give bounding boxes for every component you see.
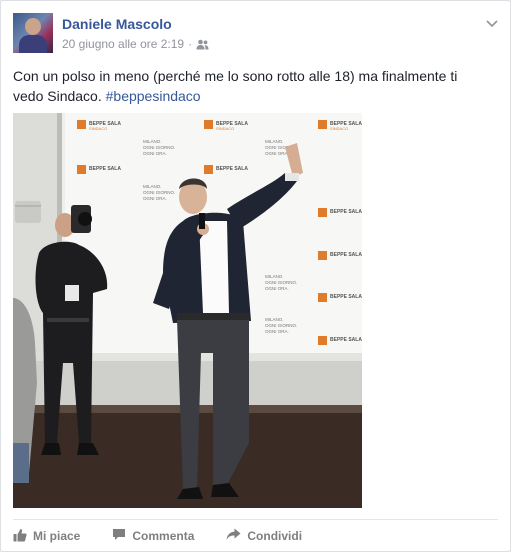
comment-button[interactable]: Commenta [112, 528, 194, 544]
post-meta: 20 giugno alle ore 2:19 · [62, 37, 209, 51]
thumbs-up-icon [13, 528, 33, 545]
backdrop-slogan: OGNI GIORNO. [265, 323, 297, 328]
share-button[interactable]: Condividi [226, 528, 302, 544]
backdrop-slogan: OGNI GIORNO. [143, 145, 175, 150]
share-label: Condividi [247, 529, 303, 543]
backdrop-brand: BEPPE SALA [216, 166, 248, 172]
backdrop-brand: BEPPE SALA [89, 166, 121, 172]
comment-label: Commenta [132, 529, 195, 543]
backdrop-slogan: MILANO. [143, 139, 162, 144]
backdrop-slogan: OGNI ORA. [265, 151, 289, 156]
post-photo[interactable]: BEPPE SALA BEPPE SALA BEPPE SALA BEPPE S… [13, 113, 362, 508]
share-arrow-icon [226, 528, 247, 544]
comment-icon [112, 528, 132, 544]
avatar-head [25, 18, 41, 35]
backdrop-brand: BEPPE SALA [330, 252, 362, 258]
backdrop-slogan: OGNI ORA. [265, 329, 289, 334]
post-timestamp[interactable]: 20 giugno alle ore 2:19 [62, 37, 184, 51]
post-actions: Mi piace Commenta Condividi [13, 524, 334, 548]
chevron-down-icon[interactable] [486, 15, 498, 33]
author-name[interactable]: Daniele Mascolo [62, 16, 172, 32]
backdrop-slogan: OGNI ORA. [143, 151, 167, 156]
backdrop-brand-sub: SINDACO [330, 126, 348, 131]
avatar-body [19, 35, 47, 53]
like-button[interactable]: Mi piace [13, 528, 80, 545]
like-label: Mi piace [33, 529, 81, 543]
backdrop-brand: BEPPE SALA [330, 337, 362, 343]
post-text-main: Con un polso in meno (perché me lo sono … [13, 68, 458, 104]
post-card: Daniele Mascolo 20 giugno alle ore 2:19 … [0, 0, 511, 552]
backdrop-slogan: OGNI ORA. [143, 196, 167, 201]
backdrop-slogan: OGNI GIORNO. [265, 280, 297, 285]
backdrop-slogan: MILANO. [265, 139, 284, 144]
backdrop-slogan: MILANO. [265, 274, 284, 279]
post-text: Con un polso in meno (perché me lo sono … [13, 66, 483, 106]
backdrop-slogan: MILANO. [143, 184, 162, 189]
hashtag-link[interactable]: #beppesindaco [106, 88, 201, 104]
author-avatar[interactable] [13, 13, 53, 53]
backdrop-brand-sub: SINDACO [216, 126, 234, 131]
meta-separator: · [188, 37, 193, 51]
backdrop-brand: BEPPE SALA [330, 209, 362, 215]
backdrop-slogan: OGNI GIORNO. [143, 190, 175, 195]
backdrop-brand: BEPPE SALA [330, 294, 362, 300]
backdrop-slogan: OGNI ORA. [265, 286, 289, 291]
friends-icon[interactable] [196, 39, 209, 50]
backdrop-brand-sub: SINDACO [89, 126, 107, 131]
backdrop-slogan: MILANO. [265, 317, 284, 322]
actions-divider [13, 519, 498, 520]
